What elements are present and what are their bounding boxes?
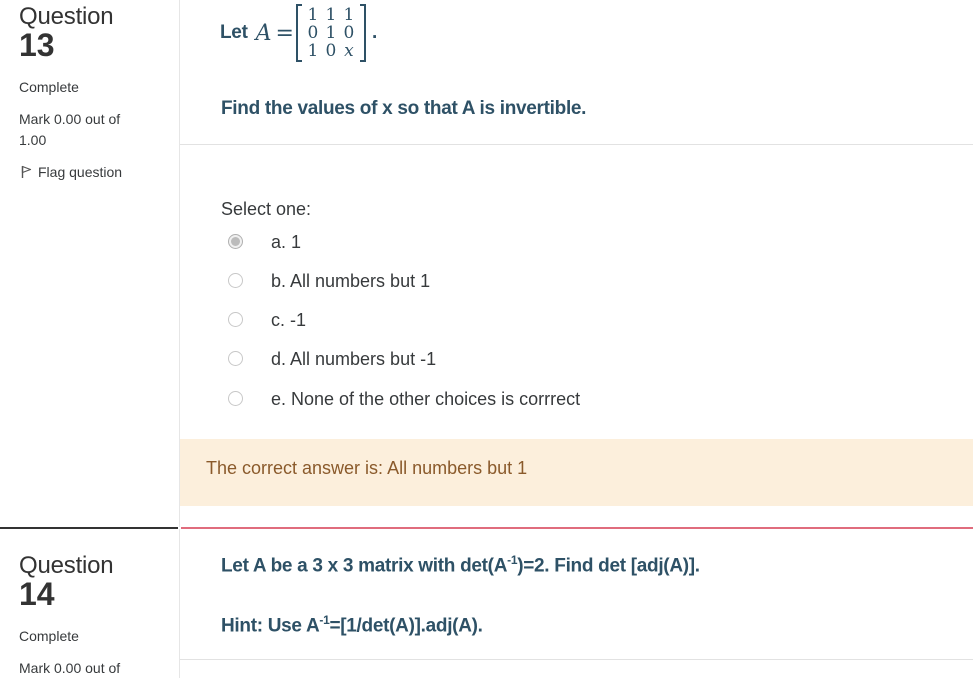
question-prompt: Let A be a 3 x 3 matrix with det(A-1)=2.… — [221, 553, 700, 577]
select-one-label: Select one: — [221, 199, 312, 219]
question-prompt: Find the values of x so that A is invert… — [221, 98, 587, 119]
question-state: Complete — [19, 79, 79, 95]
question-label: Question — [19, 552, 114, 579]
prompt-text-end: )=2. Find det [adj(A)]. — [517, 555, 700, 577]
matrix-cell: 1 — [307, 41, 319, 61]
matrix-cell: x — [344, 41, 354, 61]
left-bracket — [295, 4, 302, 62]
question-mark: Mark 0.00 out of — [19, 111, 121, 127]
question-label: Question — [19, 3, 114, 30]
option-a-radio[interactable] — [228, 234, 243, 249]
matrix-cell: 0 — [325, 41, 337, 61]
matrix-symbol: A — [255, 20, 272, 46]
option-a-label[interactable]: a. 1 — [271, 232, 301, 253]
flag-question-button[interactable]: Flag question — [21, 164, 122, 180]
matrix-end: . — [371, 22, 377, 43]
option-b-radio[interactable] — [228, 273, 243, 288]
option-c-label[interactable]: c. -1 — [271, 310, 306, 331]
question-divider-right — [181, 527, 973, 529]
question-divider-left — [0, 527, 178, 529]
option-d-label[interactable]: d. All numbers but -1 — [271, 349, 436, 370]
let-text: Let — [220, 22, 248, 43]
question-mark-max: 1.00 — [19, 132, 47, 148]
option-d-radio[interactable] — [228, 351, 243, 366]
equals-sign: = — [275, 20, 294, 46]
question-hint: Hint: Use A-1=[1/det(A)].adj(A). — [221, 613, 483, 637]
matrix-formula: Let A = 1 1 1 0 1 0 1 0 x . — [220, 4, 377, 62]
option-e-radio[interactable] — [228, 391, 243, 406]
question-state: Complete — [19, 628, 79, 644]
correct-answer-feedback: The correct answer is: All numbers but 1 — [206, 458, 528, 478]
column-separator-q14 — [179, 529, 180, 678]
question-number: 13 — [19, 27, 55, 63]
matrix-cell: 1 — [325, 5, 337, 25]
question-mark: Mark 0.00 out of — [19, 660, 121, 676]
divider — [180, 659, 973, 660]
hint-text: Hint: Use A — [221, 615, 320, 637]
hint-superscript: -1 — [319, 613, 330, 627]
hint-text-end: =[1/det(A)].adj(A). — [329, 615, 483, 637]
question-number: 14 — [19, 576, 55, 612]
prompt-superscript: -1 — [507, 553, 518, 567]
option-c-radio[interactable] — [228, 312, 243, 327]
flag-icon — [21, 165, 32, 179]
matrix-cell: 1 — [325, 23, 337, 43]
matrix-cell: 0 — [307, 23, 319, 43]
matrix-cell: 1 — [343, 5, 355, 25]
divider — [180, 144, 973, 145]
option-b-label[interactable]: b. All numbers but 1 — [271, 271, 430, 292]
right-bracket — [359, 4, 366, 62]
prompt-text: Let A be a 3 x 3 matrix with det(A — [221, 555, 508, 577]
flag-question-label: Flag question — [38, 164, 123, 180]
matrix-grid: 1 1 1 0 1 0 1 0 x — [304, 6, 358, 60]
option-e-label[interactable]: e. None of the other choices is corrrect — [271, 389, 580, 410]
matrix-cell: 1 — [307, 5, 319, 25]
matrix-cell: 0 — [343, 23, 355, 43]
